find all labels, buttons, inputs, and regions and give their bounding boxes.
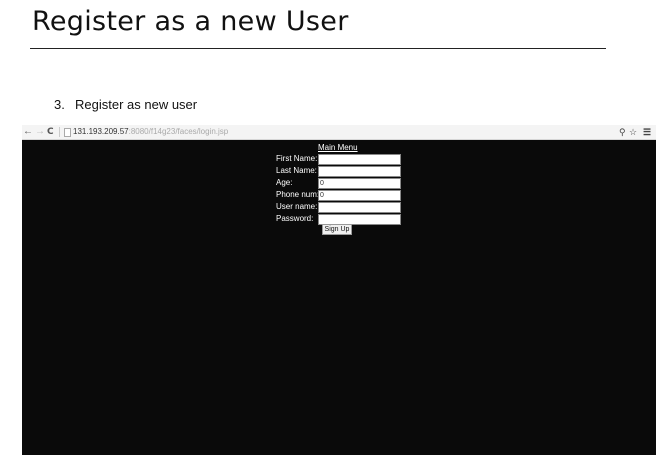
url-path: :8080/f14g23/faces/login.jsp	[128, 127, 229, 136]
address-bar[interactable]: 131.193.209.57:8080/f14g23/faces/login.j…	[73, 126, 228, 138]
last-name-field[interactable]	[318, 166, 401, 177]
browser-toolbar: ← → C 131.193.209.57:8080/f14g23/faces/l…	[22, 125, 656, 140]
title-divider	[30, 48, 606, 49]
browser-viewport: Main Menu First Name: Last Name: Age: Ph…	[22, 140, 656, 455]
star-icon[interactable]: ☆	[629, 126, 637, 138]
menu-icon[interactable]: ☰	[643, 126, 651, 138]
first-name-label: First Name:	[276, 154, 318, 163]
back-arrow-icon[interactable]: ←	[23, 126, 33, 138]
sign-up-button[interactable]: Sign Up	[322, 224, 352, 235]
password-label: Password:	[276, 214, 314, 223]
first-name-field[interactable]	[318, 154, 401, 165]
toolbar-divider	[59, 127, 60, 137]
phone-label: Phone num:	[276, 190, 320, 199]
pin-icon[interactable]: ⚲	[619, 126, 626, 138]
main-menu-link[interactable]: Main Menu	[318, 143, 358, 152]
age-field[interactable]	[318, 178, 401, 189]
page-icon	[64, 128, 71, 137]
step-number: 3.	[54, 97, 65, 112]
reload-icon[interactable]: C	[47, 126, 54, 138]
username-label: User name:	[276, 202, 318, 211]
last-name-label: Last Name:	[276, 166, 317, 175]
phone-field[interactable]	[318, 190, 401, 201]
step-heading: 3. Register as new user	[54, 97, 197, 112]
username-field[interactable]	[318, 202, 401, 213]
url-host: 131.193.209.57	[73, 127, 129, 136]
age-label: Age:	[276, 178, 293, 187]
step-text: Register as new user	[75, 97, 198, 112]
document-title: Register as a new User	[32, 6, 349, 37]
forward-arrow-icon[interactable]: →	[35, 126, 45, 138]
